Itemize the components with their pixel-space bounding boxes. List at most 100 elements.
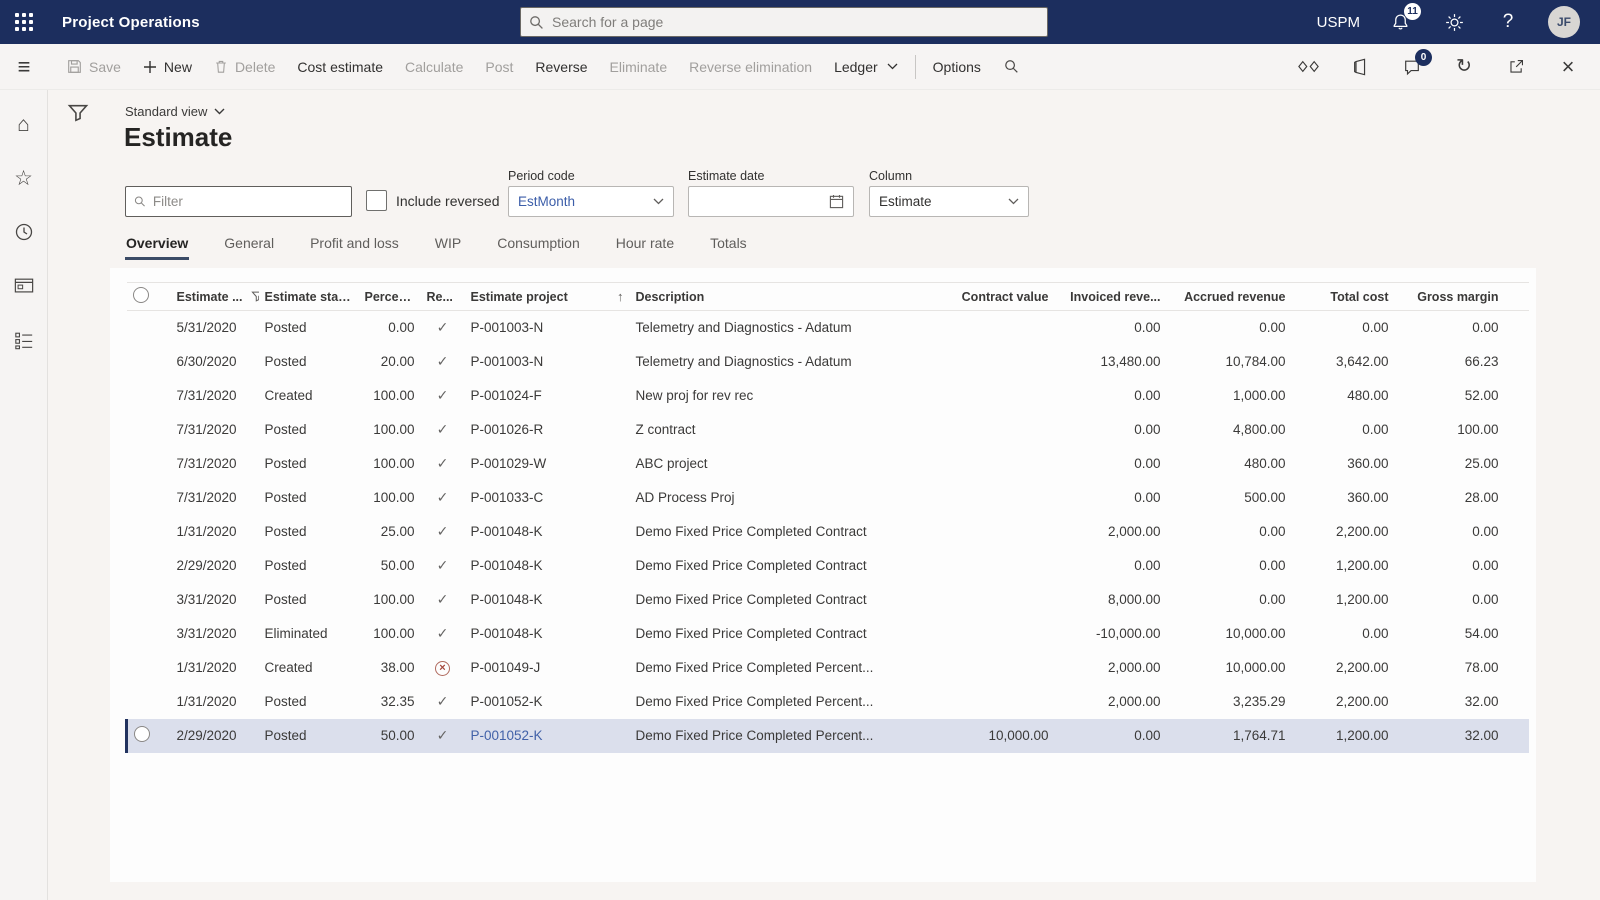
- row-select-cell[interactable]: [127, 515, 171, 549]
- cmd-reverse-button[interactable]: Reverse: [524, 44, 598, 90]
- include-reversed-toggle[interactable]: Include reversed: [366, 190, 500, 211]
- tab-general[interactable]: General: [223, 231, 275, 260]
- cell-estimate-project[interactable]: P-001048-K: [465, 515, 630, 549]
- table-row[interactable]: 7/31/2020 Posted 100.00 ✓ P-001033-C AD …: [127, 481, 1529, 515]
- row-select-cell[interactable]: [127, 481, 171, 515]
- row-select-cell[interactable]: [127, 651, 171, 685]
- row-select-cell[interactable]: [127, 311, 171, 345]
- cell-estimate-project[interactable]: P-001033-C: [465, 481, 630, 515]
- table-row[interactable]: 2/29/2020 Posted 50.00 ✓ P-001052-K Demo…: [127, 719, 1529, 753]
- tab-consumption[interactable]: Consumption: [496, 231, 581, 260]
- table-row[interactable]: 1/31/2020 Created 38.00 × P-001049-J Dem…: [127, 651, 1529, 685]
- col-gross-margin[interactable]: Gross margin: [1395, 283, 1529, 311]
- table-row[interactable]: 1/31/2020 Posted 32.35 ✓ P-001052-K Demo…: [127, 685, 1529, 719]
- row-select-cell[interactable]: [127, 447, 171, 481]
- column-combobox[interactable]: Estimate: [869, 186, 1029, 217]
- avatar[interactable]: JF: [1548, 6, 1580, 38]
- cell-estimate-project[interactable]: P-001052-K: [465, 685, 630, 719]
- col-estimate-project[interactable]: Estimate project ↑: [465, 283, 630, 311]
- cell-estimate-project[interactable]: P-001026-R: [465, 413, 630, 447]
- filter-pane-toggle[interactable]: [64, 100, 92, 128]
- cmd-ledger-button[interactable]: Ledger: [823, 44, 909, 90]
- col-description[interactable]: Description: [630, 283, 930, 311]
- cmd-eliminate-button[interactable]: Eliminate: [599, 44, 679, 90]
- refresh-button[interactable]: ↻: [1450, 53, 1478, 81]
- tab-overview[interactable]: Overview: [125, 231, 189, 260]
- col-accrued-revenue[interactable]: Accrued revenue: [1167, 283, 1292, 311]
- estimate-date-picker[interactable]: [688, 186, 854, 217]
- global-search[interactable]: [520, 7, 1048, 37]
- open-new-window-button[interactable]: [1502, 53, 1530, 81]
- col-total-cost[interactable]: Total cost: [1292, 283, 1395, 311]
- glasses-button[interactable]: [1294, 53, 1322, 81]
- table-row[interactable]: 1/31/2020 Posted 25.00 ✓ P-001048-K Demo…: [127, 515, 1529, 549]
- settings-button[interactable]: [1440, 8, 1468, 36]
- col-reversed[interactable]: Re...: [421, 283, 465, 311]
- table-row[interactable]: 3/31/2020 Posted 100.00 ✓ P-001048-K Dem…: [127, 583, 1529, 617]
- close-button[interactable]: ×: [1554, 53, 1582, 81]
- table-row[interactable]: 3/31/2020 Eliminated 100.00 ✓ P-001048-K…: [127, 617, 1529, 651]
- hamburger-menu-icon[interactable]: ≡: [0, 44, 48, 90]
- view-selector[interactable]: Standard view: [125, 104, 225, 119]
- sidebar-item-forms[interactable]: [8, 270, 40, 302]
- cell-estimate-project[interactable]: P-001048-K: [465, 617, 630, 651]
- cell-estimate-project[interactable]: P-001003-N: [465, 311, 630, 345]
- sidebar-item-recent[interactable]: [8, 216, 40, 248]
- cmd-post-button[interactable]: Post: [474, 44, 524, 90]
- cmd-calculate-button[interactable]: Calculate: [394, 44, 474, 90]
- cmd-options-button[interactable]: Options: [922, 44, 992, 90]
- cmd-reverse-elimination-button[interactable]: Reverse elimination: [678, 44, 823, 90]
- col-contract-value[interactable]: Contract value: [930, 283, 1055, 311]
- cmd-new-button[interactable]: New: [132, 44, 203, 90]
- feedback-button[interactable]: 0: [1398, 53, 1426, 81]
- table-row[interactable]: 2/29/2020 Posted 50.00 ✓ P-001048-K Demo…: [127, 549, 1529, 583]
- cell-estimate-project[interactable]: P-001048-K: [465, 583, 630, 617]
- sidebar-item-workspaces[interactable]: [8, 324, 40, 356]
- row-select-cell[interactable]: [127, 617, 171, 651]
- row-select-cell[interactable]: [127, 379, 171, 413]
- period-code-combobox[interactable]: EstMonth: [508, 186, 674, 217]
- cell-estimate-project[interactable]: P-001003-N: [465, 345, 630, 379]
- table-row[interactable]: 7/31/2020 Posted 100.00 ✓ P-001026-R Z c…: [127, 413, 1529, 447]
- table-row[interactable]: 5/31/2020 Posted 0.00 ✓ P-001003-N Telem…: [127, 311, 1529, 345]
- tab-wip[interactable]: WIP: [434, 231, 462, 260]
- row-select-cell[interactable]: [127, 345, 171, 379]
- help-button[interactable]: ?: [1494, 8, 1522, 36]
- col-estimate-status[interactable]: Estimate status: [259, 283, 359, 311]
- cmd-delete-button[interactable]: Delete: [203, 44, 286, 90]
- tab-profit-and-loss[interactable]: Profit and loss: [309, 231, 400, 260]
- row-radio[interactable]: [134, 726, 150, 742]
- quick-filter-box[interactable]: [125, 186, 352, 217]
- cell-estimate-project[interactable]: P-001048-K: [465, 549, 630, 583]
- row-select-cell[interactable]: [127, 549, 171, 583]
- office-app-button[interactable]: [1346, 53, 1374, 81]
- col-invoiced-revenue[interactable]: Invoiced reve...: [1055, 283, 1167, 311]
- filter-input[interactable]: [153, 194, 343, 209]
- row-select-cell[interactable]: [127, 413, 171, 447]
- cell-estimate-project[interactable]: P-001052-K: [465, 719, 630, 753]
- tab-hour-rate[interactable]: Hour rate: [615, 231, 675, 260]
- command-search-button[interactable]: [992, 59, 1031, 74]
- col-estimate-date[interactable]: Estimate ...: [171, 283, 259, 311]
- select-all-header[interactable]: [127, 283, 171, 311]
- include-reversed-checkbox[interactable]: [366, 190, 387, 211]
- cmd-cost-estimate-button[interactable]: Cost estimate: [286, 44, 394, 90]
- cell-estimate-project[interactable]: P-001024-F: [465, 379, 630, 413]
- select-all-radio[interactable]: [133, 287, 149, 303]
- cell-estimate-project[interactable]: P-001049-J: [465, 651, 630, 685]
- row-select-cell[interactable]: [127, 583, 171, 617]
- search-input[interactable]: [552, 14, 1039, 30]
- table-row[interactable]: 6/30/2020 Posted 20.00 ✓ P-001003-N Tele…: [127, 345, 1529, 379]
- col-percentage[interactable]: Percen...: [359, 283, 421, 311]
- sidebar-item-home[interactable]: ⌂: [8, 108, 40, 140]
- app-launcher-icon[interactable]: [0, 0, 48, 44]
- sidebar-item-favorites[interactable]: ☆: [8, 162, 40, 194]
- row-select-cell[interactable]: [127, 685, 171, 719]
- table-row[interactable]: 7/31/2020 Created 100.00 ✓ P-001024-F Ne…: [127, 379, 1529, 413]
- notifications-button[interactable]: 11: [1386, 8, 1414, 36]
- cmd-save-button[interactable]: Save: [56, 44, 132, 90]
- cell-estimate-project[interactable]: P-001029-W: [465, 447, 630, 481]
- row-select-cell[interactable]: [127, 719, 171, 753]
- table-row[interactable]: 7/31/2020 Posted 100.00 ✓ P-001029-W ABC…: [127, 447, 1529, 481]
- tab-totals[interactable]: Totals: [709, 231, 748, 260]
